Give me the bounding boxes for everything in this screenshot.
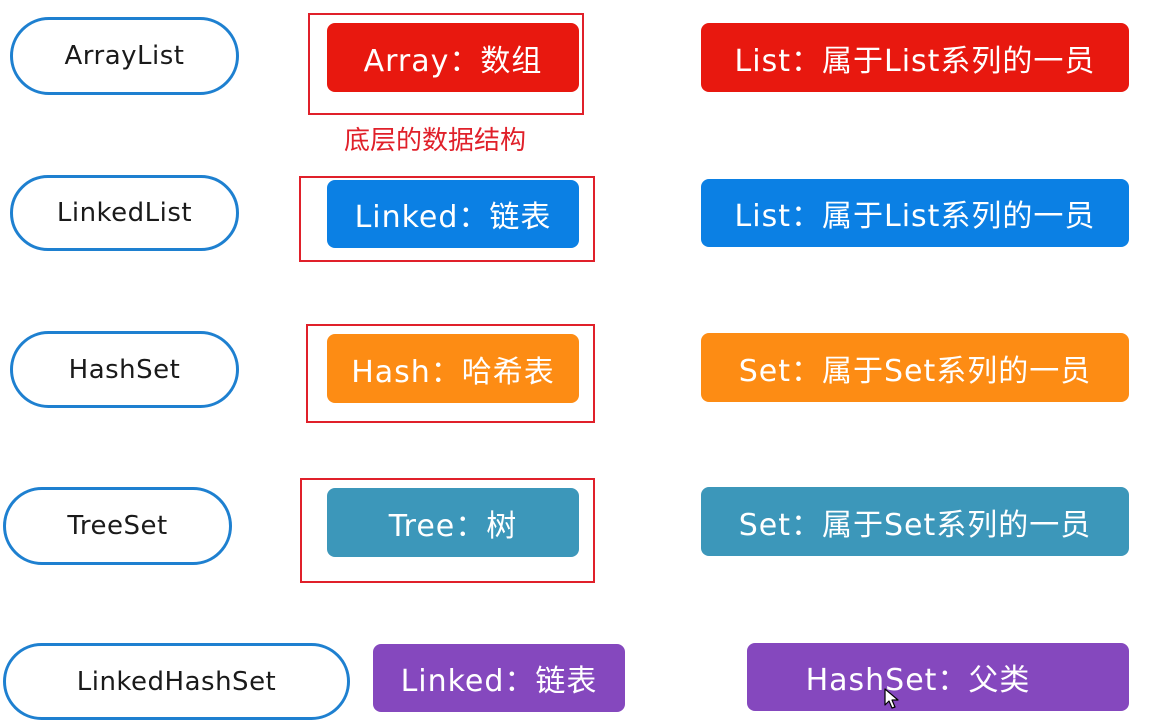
class-name-linkedlist: LinkedList bbox=[10, 175, 239, 251]
class-name-treeset: TreeSet bbox=[3, 487, 232, 565]
mouse-pointer-icon bbox=[884, 688, 899, 709]
family-box-list-2: List：属于List系列的一员 bbox=[701, 179, 1129, 247]
structure-box-linked-2: Linked：链表 bbox=[373, 644, 625, 712]
class-name-linkedhashset: LinkedHashSet bbox=[3, 643, 350, 720]
structure-box-tree: Tree：树 bbox=[327, 488, 579, 557]
family-box-parent: HashSet：父类 bbox=[747, 643, 1129, 711]
family-box-set-2: Set：属于Set系列的一员 bbox=[701, 487, 1129, 556]
class-name-arraylist: ArrayList bbox=[10, 17, 239, 95]
family-box-list-1: List：属于List系列的一员 bbox=[701, 23, 1129, 92]
family-box-set-1: Set：属于Set系列的一员 bbox=[701, 333, 1129, 402]
structure-box-hash: Hash：哈希表 bbox=[327, 334, 579, 403]
structure-box-linked: Linked：链表 bbox=[327, 180, 579, 248]
structure-annotation: 底层的数据结构 bbox=[344, 126, 527, 156]
class-name-hashset: HashSet bbox=[10, 331, 239, 408]
structure-box-array: Array：数组 bbox=[327, 23, 579, 92]
